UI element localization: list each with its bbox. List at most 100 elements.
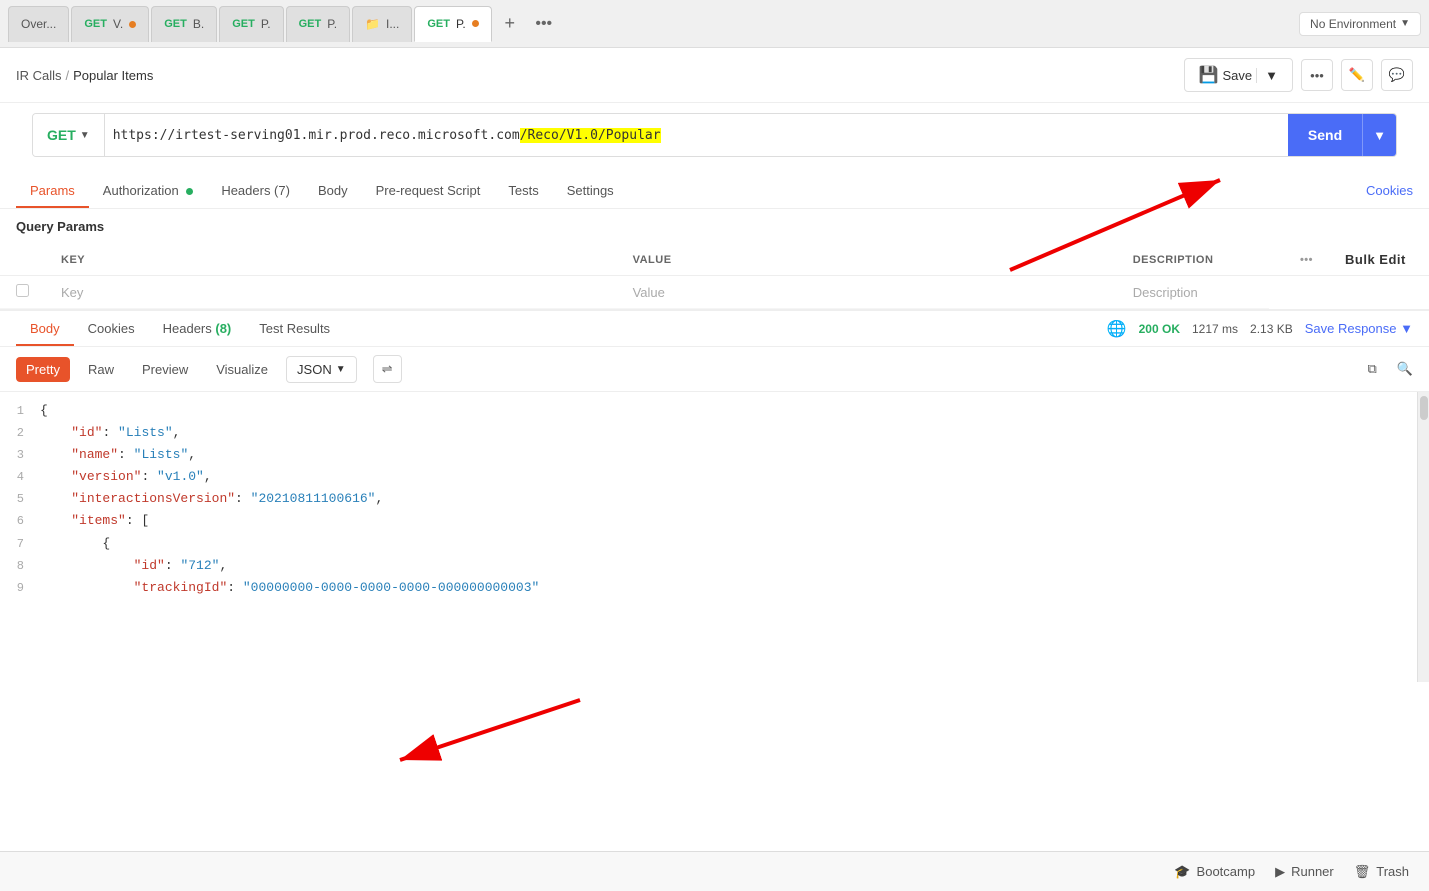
more-tabs-button[interactable]: ••• — [528, 8, 560, 40]
line-content-4: "version": "v1.0", — [40, 466, 1429, 488]
save-label: Save — [1222, 68, 1252, 83]
tab-headers[interactable]: Headers (7) — [207, 173, 304, 208]
authorization-tab-label: Authorization — [103, 183, 179, 198]
response-status-info: 🌐 200 OK 1217 ms 2.13 KB Save Response ▼ — [1107, 319, 1413, 339]
query-params-section: Query Params — [0, 209, 1429, 244]
wrap-icon: ⇌ — [382, 361, 393, 376]
runner-button[interactable]: ▶ Runner — [1275, 864, 1334, 880]
method-label-p3: GET — [427, 18, 450, 30]
tab-get-v[interactable]: GET V. — [71, 6, 149, 42]
fmt-tab-raw[interactable]: Raw — [78, 357, 124, 382]
tab-over-label: Over... — [21, 17, 56, 31]
tab-authorization[interactable]: Authorization — [89, 173, 208, 208]
line-num-7: 7 — [0, 534, 40, 554]
tab-p1-label: P. — [261, 17, 271, 31]
tab-tests[interactable]: Tests — [494, 173, 552, 208]
tab-settings[interactable]: Settings — [553, 173, 628, 208]
json-line-8: 8 "id": "712", — [0, 555, 1429, 577]
environment-selector[interactable]: No Environment ▼ — [1299, 12, 1421, 36]
breadcrumb-current: Popular Items — [73, 68, 153, 83]
save-icon: 💾 — [1199, 65, 1219, 85]
resp-body-label: Body — [30, 321, 60, 336]
edit-icon: ✏️ — [1349, 67, 1365, 83]
breadcrumb: IR Calls / Popular Items — [16, 68, 153, 83]
tab-folder-i[interactable]: 📁 I... — [352, 6, 412, 42]
pretty-label: Pretty — [26, 362, 60, 377]
add-tab-button[interactable]: + — [494, 8, 526, 40]
col-desc-header: DESCRIPTION — [1117, 244, 1269, 276]
resp-headers-label: Headers (8) — [163, 321, 232, 336]
comment-button[interactable]: 💬 — [1381, 59, 1413, 91]
line-num-1: 1 — [0, 401, 40, 421]
method-selector[interactable]: GET ▼ — [33, 114, 105, 156]
row-check-input[interactable] — [16, 284, 29, 297]
preview-label: Preview — [142, 362, 188, 377]
trash-button[interactable]: 🗑 Trash — [1354, 864, 1409, 880]
format-select-dropdown[interactable]: JSON ▼ — [286, 356, 357, 383]
pre-request-tab-label: Pre-request Script — [376, 183, 481, 198]
wrap-lines-button[interactable]: ⇌ — [373, 355, 402, 383]
fmt-tab-preview[interactable]: Preview — [132, 357, 198, 382]
save-button[interactable]: 💾 Save ▼ — [1184, 58, 1293, 92]
more-icon: ••• — [1310, 68, 1324, 83]
request-header: IR Calls / Popular Items 💾 Save ▼ ••• ✏️… — [0, 48, 1429, 103]
fmt-tab-pretty[interactable]: Pretty — [16, 357, 70, 382]
bootcamp-button[interactable]: 🎓 Bootcamp — [1174, 864, 1255, 880]
tests-tab-label: Tests — [508, 183, 538, 198]
send-button[interactable]: Send ▼ — [1288, 114, 1396, 156]
json-line-9: 9 "trackingId": "00000000-0000-0000-0000… — [0, 577, 1429, 599]
row-value-cell[interactable]: Value — [617, 276, 1117, 309]
runner-icon: ▶ — [1275, 864, 1285, 880]
method-label-p1: GET — [232, 18, 255, 30]
tab-body[interactable]: Body — [304, 173, 362, 208]
json-line-4: 4 "version": "v1.0", — [0, 466, 1429, 488]
tab-p2-label: P. — [327, 17, 337, 31]
json-scrollbar[interactable] — [1417, 392, 1429, 682]
save-response-button[interactable]: Save Response ▼ — [1305, 321, 1413, 336]
json-scrollbar-thumb[interactable] — [1420, 396, 1428, 420]
send-chevron-icon[interactable]: ▼ — [1362, 114, 1396, 156]
line-content-9: "trackingId": "00000000-0000-0000-0000-0… — [40, 577, 1429, 599]
response-time: 1217 ms — [1192, 322, 1238, 336]
edit-button[interactable]: ✏️ — [1341, 59, 1373, 91]
comment-icon: 💬 — [1389, 67, 1405, 83]
tab-get-p3[interactable]: GET P. — [414, 6, 491, 42]
tab-params[interactable]: Params — [16, 173, 89, 208]
resp-tab-test-results[interactable]: Test Results — [245, 311, 344, 346]
save-chevron-icon[interactable]: ▼ — [1256, 68, 1278, 83]
search-response-button[interactable]: 🔍 — [1397, 361, 1413, 377]
tab-get-p2[interactable]: GET P. — [286, 6, 350, 42]
breadcrumb-separator: / — [66, 68, 70, 83]
row-checkbox[interactable] — [0, 276, 45, 309]
method-label-b: GET — [164, 18, 187, 30]
tab-over[interactable]: Over... — [8, 6, 69, 42]
json-line-3: 3 "name": "Lists", — [0, 444, 1429, 466]
json-viewer[interactable]: 1 { 2 "id": "Lists", 3 "name": "Lists", — [0, 392, 1429, 682]
tab-get-b[interactable]: GET B. — [151, 6, 217, 42]
line-num-6: 6 — [0, 511, 40, 531]
format-chevron-icon: ▼ — [336, 364, 346, 375]
save-resp-label: Save Response — [1305, 321, 1397, 336]
json-line-6: 6 "items": [ — [0, 510, 1429, 532]
row-desc-cell[interactable]: Description — [1117, 276, 1269, 309]
resp-tab-body[interactable]: Body — [16, 311, 74, 346]
params-table: KEY VALUE DESCRIPTION ••• Bulk Edit — [0, 244, 1429, 309]
tab-get-p1[interactable]: GET P. — [219, 6, 283, 42]
cookies-link[interactable]: Cookies — [1366, 183, 1413, 198]
runner-label: Runner — [1291, 864, 1334, 879]
resp-tab-cookies[interactable]: Cookies — [74, 311, 149, 346]
main-content: Params Authorization Headers (7) Body Pr… — [0, 173, 1429, 682]
trash-label: Trash — [1376, 864, 1409, 879]
bulk-edit-button[interactable]: Bulk Edit — [1345, 252, 1406, 267]
fmt-tab-visualize[interactable]: Visualize — [206, 357, 278, 382]
tab-pre-request[interactable]: Pre-request Script — [362, 173, 495, 208]
folder-icon: 📁 — [365, 17, 380, 31]
line-content-3: "name": "Lists", — [40, 444, 1429, 466]
params-more-icon[interactable]: ••• — [1300, 254, 1313, 266]
json-line-2: 2 "id": "Lists", — [0, 422, 1429, 444]
more-actions-button[interactable]: ••• — [1301, 59, 1333, 91]
resp-tab-headers[interactable]: Headers (8) — [149, 311, 246, 346]
row-key-cell[interactable]: Key — [45, 276, 617, 309]
resp-test-label: Test Results — [259, 321, 330, 336]
copy-response-button[interactable]: ⧉ — [1368, 361, 1377, 377]
